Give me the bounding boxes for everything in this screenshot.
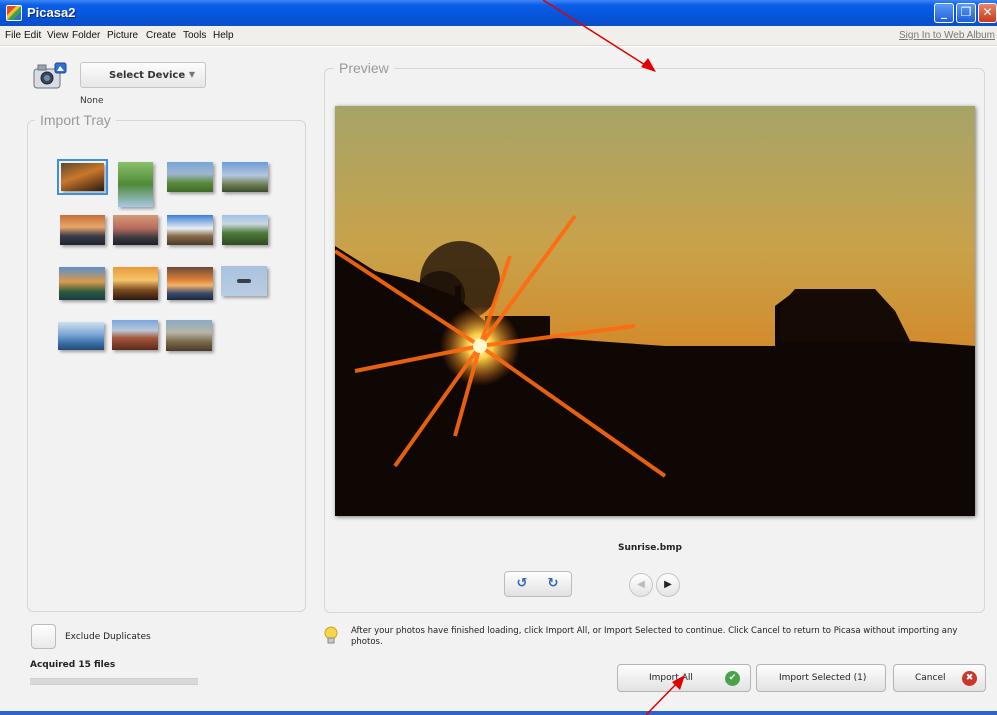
thumbnail-11[interactable] bbox=[167, 267, 213, 300]
close-window-button[interactable]: ✕ bbox=[978, 3, 997, 23]
exclude-duplicates-checkbox[interactable] bbox=[31, 624, 56, 649]
window-bottom-border bbox=[0, 711, 997, 715]
previous-photo-button[interactable]: ◀ bbox=[629, 573, 653, 597]
preview-filename: Sunrise.bmp bbox=[618, 543, 682, 553]
thumbnail-12[interactable] bbox=[221, 266, 267, 296]
picasa-app-icon bbox=[6, 5, 22, 21]
thumbnail-3[interactable] bbox=[167, 162, 213, 192]
preview-title: Preview bbox=[334, 60, 394, 76]
import-progress-bar bbox=[30, 678, 198, 685]
lightbulb-icon bbox=[324, 626, 338, 644]
menu-help[interactable]: Help bbox=[213, 30, 234, 41]
cancel-button[interactable]: Cancel ✖ bbox=[893, 664, 986, 692]
thumbnail-4[interactable] bbox=[222, 162, 268, 192]
menu-bar: File Edit View Folder Picture Create Too… bbox=[0, 26, 997, 46]
camera-icon bbox=[33, 62, 67, 89]
thumbnail-5[interactable] bbox=[60, 215, 105, 245]
thumbnail-7[interactable] bbox=[167, 215, 213, 245]
menu-file[interactable]: File bbox=[5, 30, 21, 41]
thumbnail-8[interactable] bbox=[222, 215, 268, 245]
acquired-status: Acquired 15 files bbox=[30, 660, 116, 670]
select-device-dropdown[interactable]: Select Device ▼ bbox=[80, 62, 206, 88]
window-title: Picasa2 bbox=[27, 5, 76, 20]
next-photo-button[interactable]: ▶ bbox=[656, 573, 680, 597]
cancel-label: Cancel bbox=[915, 673, 946, 683]
thumbnail-1[interactable] bbox=[57, 159, 108, 195]
preview-image bbox=[335, 106, 975, 516]
rotate-button-group: ↺ ↻ bbox=[504, 571, 572, 597]
exclude-duplicates-label: Exclude Duplicates bbox=[65, 632, 151, 642]
import-tray-title: Import Tray bbox=[35, 112, 116, 128]
thumbnail-13[interactable] bbox=[58, 322, 104, 350]
thumbnail-15[interactable] bbox=[166, 320, 212, 351]
thumbnail-10[interactable] bbox=[113, 267, 158, 300]
rotate-right-icon[interactable]: ↻ bbox=[545, 576, 561, 592]
minimize-button[interactable]: _ bbox=[934, 3, 954, 23]
sign-in-web-album-link[interactable]: Sign In to Web Album bbox=[899, 30, 995, 41]
menu-create[interactable]: Create bbox=[146, 30, 176, 41]
menu-edit[interactable]: Edit bbox=[24, 30, 41, 41]
menu-picture[interactable]: Picture bbox=[107, 30, 138, 41]
thumbnail-2[interactable] bbox=[118, 162, 153, 207]
thumbnail-9[interactable] bbox=[59, 267, 105, 300]
menu-tools[interactable]: Tools bbox=[183, 30, 206, 41]
import-selected-label: Import Selected (1) bbox=[779, 673, 867, 683]
chevron-down-icon: ▼ bbox=[188, 70, 195, 79]
import-tray-panel bbox=[27, 120, 306, 612]
thumbnail-14[interactable] bbox=[112, 320, 158, 350]
select-device-label: Select Device bbox=[109, 70, 186, 81]
thumbnail-6[interactable] bbox=[113, 215, 158, 245]
cancel-x-icon: ✖ bbox=[962, 671, 977, 686]
maximize-button[interactable]: ❐ bbox=[956, 3, 976, 23]
checkmark-icon: ✔ bbox=[725, 671, 740, 686]
import-all-button[interactable]: Import All ✔ bbox=[617, 664, 751, 692]
selected-device-value: None bbox=[80, 96, 104, 106]
menu-view[interactable]: View bbox=[47, 30, 69, 41]
import-selected-button[interactable]: Import Selected (1) bbox=[756, 664, 886, 692]
title-bar: Picasa2 _ ❐ ✕ bbox=[0, 0, 997, 26]
rotate-left-icon[interactable]: ↺ bbox=[514, 576, 530, 592]
import-all-label: Import All bbox=[649, 673, 693, 683]
import-hint-text: After your photos have finished loading,… bbox=[351, 626, 958, 647]
menu-folder[interactable]: Folder bbox=[72, 30, 100, 41]
